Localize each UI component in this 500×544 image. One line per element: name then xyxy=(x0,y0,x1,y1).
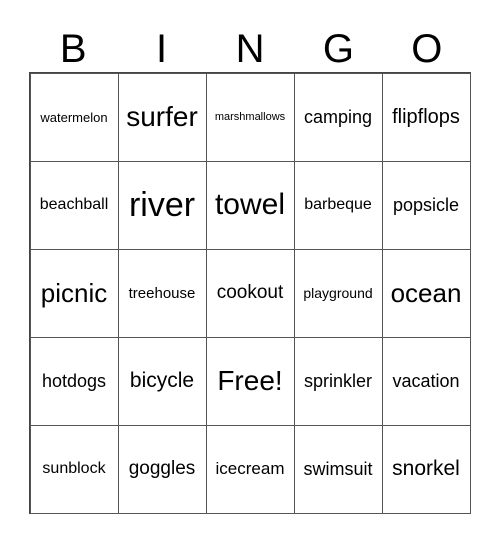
header-letter-n: N xyxy=(235,27,265,71)
bingo-cell: beachball xyxy=(29,160,119,250)
bingo-cell: bicycle xyxy=(117,336,207,426)
bingo-cell: treehouse xyxy=(117,248,207,338)
bingo-cell: cookout xyxy=(205,248,295,338)
bingo-cell: ocean xyxy=(381,248,471,338)
bingo-cell: goggles xyxy=(117,424,207,514)
bingo-cell: sprinkler xyxy=(293,336,383,426)
bingo-header: B I N G O xyxy=(29,26,471,72)
bingo-cell: icecream xyxy=(205,424,295,514)
bingo-cell: playground xyxy=(293,248,383,338)
header-letter-o: O xyxy=(411,27,443,71)
bingo-cell: sunblock xyxy=(29,424,119,514)
bingo-cell: camping xyxy=(293,72,383,162)
bingo-cell: picnic xyxy=(29,248,119,338)
bingo-cell: hotdogs xyxy=(29,336,119,426)
header-letter-i: I xyxy=(156,27,168,71)
bingo-cell: barbeque xyxy=(293,160,383,250)
bingo-cell: popsicle xyxy=(381,160,471,250)
header-letter-b: B xyxy=(59,27,87,71)
bingo-cell: marshmallows xyxy=(205,72,295,162)
bingo-cell: towel xyxy=(205,160,295,250)
bingo-cell: snorkel xyxy=(381,424,471,514)
bingo-cell: watermelon xyxy=(29,72,119,162)
bingo-grid: watermelon surfer marshmallows camping f… xyxy=(29,72,471,514)
bingo-cell: swimsuit xyxy=(293,424,383,514)
free-space-cell: Free! xyxy=(205,336,295,426)
header-letter-g: G xyxy=(322,27,354,71)
bingo-cell: flipflops xyxy=(381,72,471,162)
bingo-cell: surfer xyxy=(117,72,207,162)
bingo-cell: vacation xyxy=(381,336,471,426)
bingo-cell: river xyxy=(117,160,207,250)
